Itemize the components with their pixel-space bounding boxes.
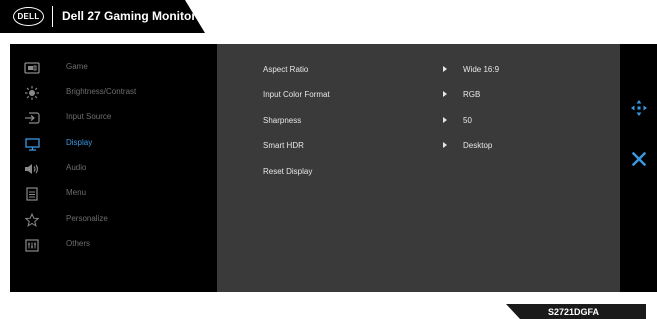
arrow-right-icon bbox=[443, 117, 447, 123]
sidebar-item-label: Menu bbox=[66, 188, 87, 197]
header-divider bbox=[52, 6, 53, 27]
setting-row-smart-hdr[interactable]: Smart HDR Desktop bbox=[217, 134, 620, 158]
input-source-icon bbox=[24, 111, 40, 125]
sidebar-item-audio[interactable]: Audio bbox=[10, 157, 217, 181]
sidebar: Game Brightness/Contrast Input Source Di… bbox=[10, 44, 217, 292]
sidebar-item-label: Brightness/Contrast bbox=[66, 87, 137, 96]
setting-value: Desktop bbox=[463, 141, 493, 150]
setting-value: RGB bbox=[463, 90, 481, 99]
setting-value: Wide 16:9 bbox=[463, 65, 500, 74]
arrow-right-icon bbox=[443, 142, 447, 148]
arrow-right-icon bbox=[443, 91, 447, 97]
model-number: S2721DGFA bbox=[548, 307, 600, 317]
navigation-arrows-icon[interactable] bbox=[631, 100, 647, 116]
close-icon[interactable] bbox=[631, 151, 647, 167]
control-bar bbox=[620, 44, 657, 292]
model-tag: S2721DGFA bbox=[506, 304, 646, 319]
arrow-right-icon bbox=[443, 66, 447, 72]
sidebar-item-brightness-contrast[interactable]: Brightness/Contrast bbox=[10, 81, 217, 105]
sidebar-item-label: Others bbox=[66, 239, 91, 248]
setting-value: 50 bbox=[463, 116, 472, 125]
setting-label: Sharpness bbox=[263, 116, 302, 125]
sidebar-item-label: Input Source bbox=[66, 112, 112, 121]
star-icon bbox=[24, 213, 40, 227]
game-icon bbox=[24, 61, 40, 75]
dell-logo: DELL bbox=[13, 7, 44, 26]
setting-row-aspect-ratio[interactable]: Aspect Ratio Wide 16:9 bbox=[217, 58, 620, 82]
setting-label: Smart HDR bbox=[263, 141, 304, 150]
monitor-title: Dell 27 Gaming Monitor bbox=[62, 9, 197, 23]
sidebar-item-label: Game bbox=[66, 62, 88, 71]
sidebar-item-label: Personalize bbox=[66, 214, 108, 223]
display-settings-panel: Aspect Ratio Wide 16:9 Input Color Forma… bbox=[217, 44, 620, 292]
sidebar-item-game[interactable]: Game bbox=[10, 56, 217, 80]
header-tab: DELL Dell 27 Gaming Monitor bbox=[0, 0, 205, 33]
menu-icon bbox=[24, 187, 40, 201]
osd-menu: Game Brightness/Contrast Input Source Di… bbox=[10, 44, 657, 292]
setting-row-reset-display[interactable]: Reset Display bbox=[217, 160, 620, 184]
setting-row-input-color-format[interactable]: Input Color Format RGB bbox=[217, 83, 620, 107]
sidebar-item-menu[interactable]: Menu bbox=[10, 182, 217, 206]
sidebar-item-others[interactable]: Others bbox=[10, 233, 217, 257]
sidebar-item-label: Display bbox=[66, 138, 93, 147]
sidebar-item-personalize[interactable]: Personalize bbox=[10, 208, 217, 232]
sidebar-item-input-source[interactable]: Input Source bbox=[10, 106, 217, 130]
setting-label: Input Color Format bbox=[263, 90, 330, 99]
sidebar-item-label: Audio bbox=[66, 163, 87, 172]
brightness-icon bbox=[24, 86, 40, 100]
setting-label: Reset Display bbox=[263, 167, 313, 176]
setting-label: Aspect Ratio bbox=[263, 65, 309, 74]
setting-row-sharpness[interactable]: Sharpness 50 bbox=[217, 109, 620, 133]
sidebar-item-display[interactable]: Display bbox=[10, 132, 217, 156]
display-icon bbox=[24, 137, 40, 151]
others-icon bbox=[24, 238, 40, 252]
audio-icon bbox=[24, 162, 40, 176]
